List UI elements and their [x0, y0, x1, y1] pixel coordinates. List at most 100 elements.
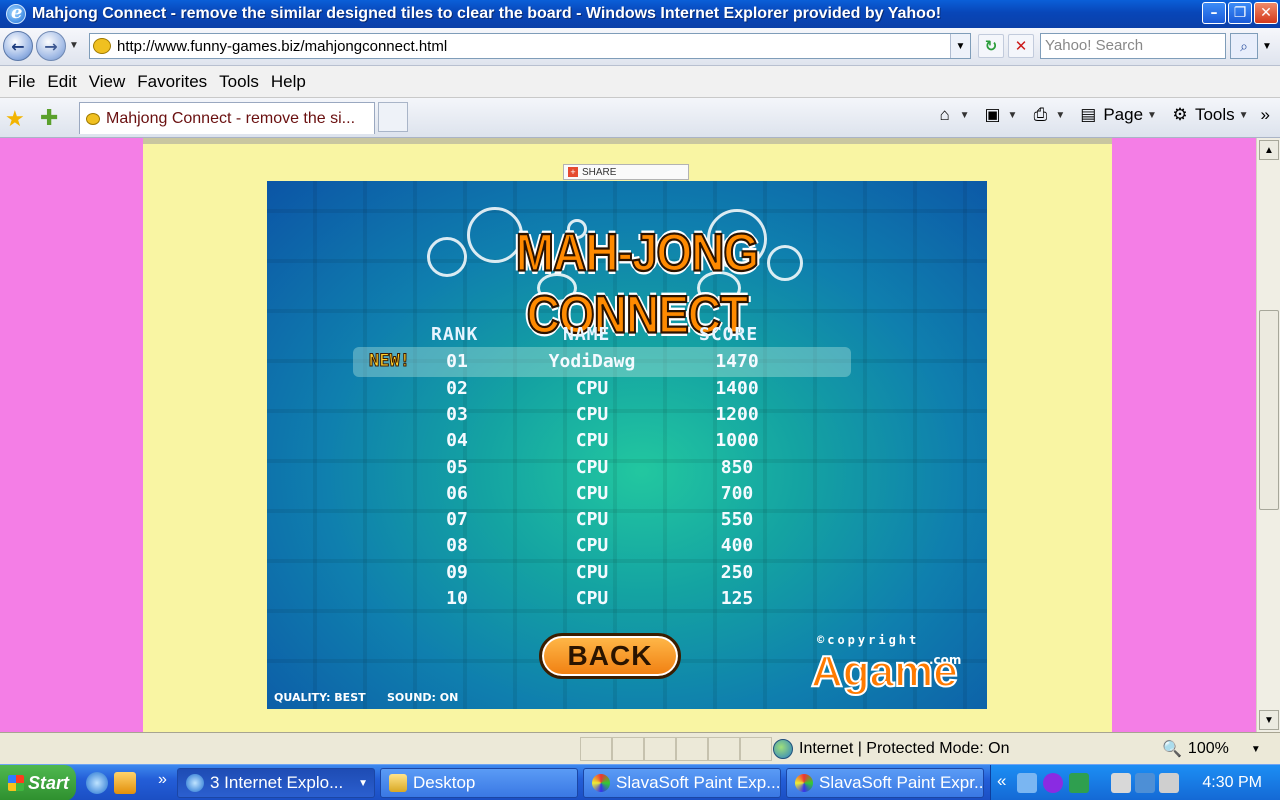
search-input[interactable]: Yahoo! Search — [1040, 33, 1226, 59]
fullscreen-icon[interactable] — [1069, 773, 1089, 793]
favorites-center-icon[interactable]: ★ — [5, 106, 25, 132]
menu-view[interactable]: View — [83, 72, 132, 92]
menu-favorites[interactable]: Favorites — [131, 72, 213, 92]
page-menu-button[interactable]: ▤ Page ▼ — [1075, 104, 1163, 126]
quick-launch-media-icon[interactable] — [114, 772, 136, 794]
usb-device-icon[interactable] — [1111, 773, 1131, 793]
more-commands-chevron-icon[interactable]: » — [1259, 105, 1272, 125]
printer-icon: ⎙ — [1033, 105, 1048, 124]
stop-button[interactable]: ✕ — [1008, 34, 1034, 58]
refresh-button[interactable]: ↻ — [978, 34, 1004, 58]
scroll-thumb[interactable] — [1259, 310, 1279, 510]
site-favicon-icon — [93, 38, 111, 54]
back-button[interactable]: ← — [3, 31, 33, 61]
search-options-dropdown[interactable]: ▼ — [1262, 41, 1272, 52]
tab-favicon-icon — [86, 112, 100, 125]
zoom-control[interactable]: 🔍 100% ▼ — [1162, 737, 1261, 761]
paint-palette-icon — [592, 774, 610, 792]
forward-button[interactable]: → — [36, 31, 66, 61]
print-button[interactable]: ⎙ ▼ — [1027, 104, 1071, 126]
name-cell: YodiDawg — [548, 351, 636, 372]
page-column: + SHARE MAH-JONG CONNECT RANK NAME SCORE… — [143, 138, 1112, 732]
search-icon[interactable]: ⌕ — [1230, 33, 1258, 59]
name-cell: CPU — [575, 509, 609, 530]
name-cell: CPU — [575, 378, 609, 399]
task-internet-explorer[interactable]: 3 Internet Explo... ▼ — [177, 768, 375, 798]
url-input[interactable]: http://www.funny-games.biz/mahjongconnec… — [117, 38, 950, 55]
rank-cell: 02 — [446, 378, 468, 399]
status-segment — [644, 737, 676, 761]
score-cell: 250 — [720, 562, 754, 583]
score-row: NEW! 01 YodiDawg 1470 — [267, 347, 987, 377]
system-tray: « 4:30 PM — [990, 765, 1280, 800]
recent-pages-dropdown[interactable]: ▼ — [69, 40, 79, 51]
address-dropdown-icon[interactable]: ▼ — [950, 34, 970, 58]
status-segment — [676, 737, 708, 761]
network-computer-icon[interactable] — [1017, 773, 1037, 793]
menu-tools[interactable]: Tools — [213, 72, 265, 92]
home-button[interactable]: ⌂ ▼ — [932, 104, 976, 126]
quick-launch-more-icon[interactable]: » — [158, 771, 167, 789]
volume-muted-icon[interactable] — [1159, 773, 1179, 793]
tab-bar: ★ ✚ Mahjong Connect - remove the si... ⌂… — [0, 98, 1280, 138]
network-connection-icon[interactable] — [1135, 773, 1155, 793]
antivirus-icon[interactable] — [1043, 773, 1063, 793]
menu-edit[interactable]: Edit — [41, 72, 82, 92]
new-badge: NEW! — [369, 351, 411, 372]
scroll-up-icon[interactable]: ▲ — [1259, 140, 1279, 160]
score-row: 09 CPU 250 — [267, 562, 987, 588]
menu-bar: File Edit View Favorites Tools Help — [0, 66, 1280, 98]
score-row: 08 CPU 400 — [267, 535, 987, 561]
menu-help[interactable]: Help — [265, 72, 312, 92]
back-game-button[interactable]: BACK — [539, 633, 681, 679]
address-bar[interactable]: http://www.funny-games.biz/mahjongconnec… — [89, 33, 971, 59]
rank-cell: 03 — [446, 404, 468, 425]
tab-mahjong-connect[interactable]: Mahjong Connect - remove the si... — [79, 102, 375, 134]
restore-button[interactable]: ❐ — [1228, 2, 1252, 24]
tray-expand-icon[interactable]: « — [997, 771, 1006, 791]
rank-cell: 01 — [446, 351, 468, 372]
clock[interactable]: 4:30 PM — [1202, 774, 1262, 792]
score-row: 06 CPU 700 — [267, 483, 987, 509]
score-cell: 1470 — [715, 351, 759, 372]
menu-file[interactable]: File — [2, 72, 41, 92]
name-cell: CPU — [575, 430, 609, 451]
game-canvas[interactable]: MAH-JONG CONNECT RANK NAME SCORE NEW! 01… — [267, 181, 987, 709]
rank-cell: 06 — [446, 483, 468, 504]
header-score: SCORE — [699, 324, 759, 345]
task-desktop[interactable]: Desktop — [380, 768, 578, 798]
quick-launch-ie-icon[interactable] — [86, 772, 108, 794]
task-slavasoft-paint-1[interactable]: SlavaSoft Paint Exp... — [583, 768, 781, 798]
security-zone[interactable]: Internet | Protected Mode: On — [773, 737, 1010, 761]
windows-flag-icon — [8, 775, 24, 791]
quality-toggle[interactable]: QUALITY: BEST — [274, 691, 366, 704]
score-row: 04 CPU 1000 — [267, 430, 987, 456]
feeds-button[interactable]: ▣ ▼ — [980, 104, 1024, 126]
game-logo: MAH-JONG CONNECT — [515, 221, 760, 345]
zoom-icon: 🔍 — [1162, 741, 1182, 758]
status-segment — [708, 737, 740, 761]
add-to-favorites-icon[interactable]: ✚ — [40, 105, 58, 131]
share-button[interactable]: + SHARE — [563, 164, 689, 180]
name-cell: CPU — [575, 457, 609, 478]
score-cell: 125 — [720, 588, 754, 609]
close-button[interactable]: ✕ — [1254, 2, 1278, 24]
sound-toggle[interactable]: SOUND: ON — [387, 691, 458, 704]
vertical-scrollbar[interactable]: ▲ ▼ — [1256, 138, 1280, 732]
scroll-down-icon[interactable]: ▼ — [1259, 710, 1279, 730]
task-slavasoft-paint-2[interactable]: SlavaSoft Paint Expr... — [786, 768, 984, 798]
rank-cell: 05 — [446, 457, 468, 478]
status-segment — [740, 737, 772, 761]
start-button[interactable]: Start — [0, 765, 76, 800]
score-cell: 1200 — [715, 404, 759, 425]
agame-logo[interactable]: Agame — [810, 646, 959, 697]
zone-label: Internet | Protected Mode: On — [799, 740, 1010, 757]
copyright-text: ©copyright — [817, 633, 920, 647]
new-tab-button[interactable] — [378, 102, 408, 132]
score-cell: 1000 — [715, 430, 759, 451]
globe-icon — [773, 739, 793, 759]
score-row: 03 CPU 1200 — [267, 404, 987, 430]
name-cell: CPU — [575, 535, 609, 556]
minimize-button[interactable]: – — [1202, 2, 1226, 24]
tools-menu-button[interactable]: ⚙ Tools ▼ — [1167, 104, 1255, 126]
